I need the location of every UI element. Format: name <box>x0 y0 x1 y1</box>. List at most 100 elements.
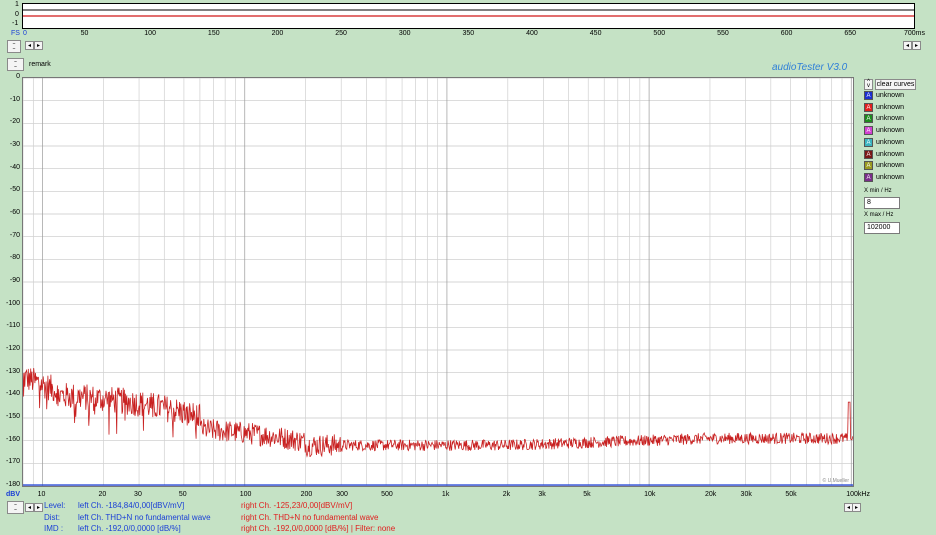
spectrum-y-tick-label: -90 <box>9 277 20 284</box>
scope-trace <box>23 9 914 17</box>
scope-x-tick-label: 450 <box>589 30 602 37</box>
legend-item[interactable]: Aunknown <box>864 172 904 183</box>
scope-right-arrow-icon[interactable]: ▸ <box>34 41 43 50</box>
scope-pan-left-icon[interactable]: ◂ <box>903 41 912 50</box>
xmax-input[interactable]: 102000 <box>864 222 900 234</box>
spectrum-y-tick-label: -110 <box>6 322 21 330</box>
scope-x-tick-label: 250 <box>335 30 347 37</box>
spectrum-x-tick-label: 50 <box>178 491 187 498</box>
brand-title: audioTester V3.0 <box>772 62 848 73</box>
spectrum-y-tick-label: -40 <box>9 163 20 171</box>
spectrum-x-tick-label: 5k <box>583 491 591 498</box>
dist-left-value: left Ch. THD+N no fundamental wave <box>78 513 211 522</box>
scope-x-tick-label: 500 <box>653 30 666 37</box>
spectrum-x-tick-label: 200 <box>300 491 313 498</box>
scope-pan-right-icon[interactable]: ▸ <box>912 41 921 50</box>
legend-color-icon[interactable]: A <box>864 161 873 171</box>
scope-y-label-mid: 0 <box>15 11 19 18</box>
remark-label: remark <box>29 61 51 68</box>
scope-x-tick-label: 150 <box>207 30 220 37</box>
spectrum-y-tick-label: -70 <box>9 231 20 239</box>
scope-x-tick-label: 550 <box>717 30 729 37</box>
spectrum-x-tick-label: 10k <box>644 491 656 498</box>
legend-item-label: unknown <box>876 138 905 146</box>
spectrum-y-tick-label: -100 <box>5 299 20 307</box>
scope-x-tick-label: 350 <box>462 30 475 37</box>
remark-spin-button[interactable]: – – <box>7 58 24 71</box>
spectrum-y-tick-label: -130 <box>5 367 20 375</box>
legend-color-icon[interactable]: A <box>864 114 873 124</box>
scope-x-tick-label: 700ms <box>904 30 926 37</box>
xmin-input[interactable]: 8 <box>864 197 900 209</box>
level-left-value: left Ch. -184,84/0,00[dBV/mV] <box>78 501 185 510</box>
spectrum-x-tick-label: 50k <box>785 491 797 498</box>
watermark: © U.Mueller <box>822 478 849 484</box>
spectrum-x-tick-label: 100 <box>239 491 252 498</box>
legend-color-icon[interactable]: A <box>864 126 873 136</box>
xmax-label: X max / Hz <box>864 212 894 218</box>
scope-x-tick-label: 650 <box>844 30 857 37</box>
bottom-spin-button[interactable]: – – <box>7 501 24 514</box>
spectrum-x-tick-label: 10 <box>37 491 46 498</box>
dist-right-value: right Ch. THD+N no fundamental wave <box>241 513 379 522</box>
legend-item[interactable]: Aunknown <box>864 102 904 113</box>
legend-color-icon[interactable]: A <box>864 149 873 159</box>
legend-item[interactable]: Aunknown <box>864 91 904 101</box>
legend-item[interactable]: Aunknown <box>864 161 904 171</box>
spectrum-x-tick-label: 30 <box>134 491 142 498</box>
clear-curves-button[interactable]: clear curves <box>875 79 916 90</box>
spectrum-y-tick-label: -60 <box>9 209 20 216</box>
bottom-right-arrow-icon[interactable]: ▸ <box>34 503 43 512</box>
legend-item-label: unknown <box>876 150 905 158</box>
legend-color-icon[interactable]: A <box>864 102 873 112</box>
spectrum-y-tick-label: -30 <box>9 141 20 148</box>
spectrum-x-tick-label: 30k <box>740 491 752 498</box>
scope-x-tick-label: 600 <box>780 30 793 37</box>
legend-color-icon[interactable]: A <box>864 172 873 182</box>
spectrum-x-tick-label: 300 <box>336 491 348 498</box>
legend-item[interactable]: Aunknown <box>864 149 905 160</box>
legend-item[interactable]: Aunknown <box>864 114 904 124</box>
spectrum-x-tick-label: 2k <box>502 491 511 498</box>
scope-x-tick-label: 300 <box>398 30 411 37</box>
scope-y-label-top: 1 <box>15 1 19 8</box>
scope-y-label-bottom: -1 <box>12 20 19 27</box>
spectrum-y-tick-label: -10 <box>9 95 20 103</box>
scope-x-tick-label: 0 <box>23 30 27 37</box>
legend-color-icon[interactable]: A <box>864 91 873 100</box>
scope-left-arrow-icon[interactable]: ◂ <box>25 41 34 50</box>
spectrum-y-tick-label: -160 <box>5 435 20 443</box>
clear-curves-toggle[interactable]: ^ v <box>864 79 873 90</box>
legend-item[interactable]: Aunknown <box>864 137 905 148</box>
spectrum-y-tick-label: 0 <box>16 73 20 80</box>
legend-item-label: unknown <box>876 92 905 99</box>
legend-color-icon[interactable]: A <box>864 137 873 147</box>
scope-zoom-button[interactable]: – – <box>7 40 21 53</box>
spectrum-x-tick-label: 20k <box>704 491 717 498</box>
imd-left-value: left Ch. -192,0/0,0000 [dB/%] <box>78 524 181 533</box>
spectrum-y-tick-label: -140 <box>5 390 20 398</box>
level-label: Level: <box>44 501 66 510</box>
spectrum-y-tick-label: -20 <box>9 118 20 126</box>
spectrum-x-tick-label: 500 <box>381 491 393 498</box>
legend-item-label: unknown <box>876 115 905 123</box>
legend-item-label: unknown <box>876 162 905 170</box>
spectrum-x-tick-label: 100kHz <box>846 491 870 498</box>
spectrum-y-tick-label: -80 <box>9 254 20 262</box>
spectrum-y-tick-label: -170 <box>5 458 20 466</box>
legend-item[interactable]: Aunknown <box>864 126 904 136</box>
freq-pan-right-icon[interactable]: ▸ <box>852 503 861 512</box>
spectrum-plot: © U.Mueller <box>22 77 854 487</box>
spectrum-canvas <box>23 78 853 486</box>
level-right-value: right Ch. -125,23/0,00[dBV/mV] <box>241 501 353 510</box>
spectrum-x-tick-label: 3k <box>538 491 546 498</box>
xmin-label: X min / Hz <box>864 188 892 194</box>
spectrum-y-tick-label: -150 <box>5 413 20 420</box>
scope-x-tick-label: 200 <box>271 30 284 37</box>
scope-panel <box>22 3 915 29</box>
scope-x-tick-label: 100 <box>144 30 156 37</box>
spectrum-y-tick-label: -50 <box>9 186 20 194</box>
bottom-left-arrow-icon[interactable]: ◂ <box>25 503 34 512</box>
spectrum-y-tick-label: -120 <box>5 345 20 352</box>
spectrum-x-tick-label: 20 <box>98 491 107 498</box>
